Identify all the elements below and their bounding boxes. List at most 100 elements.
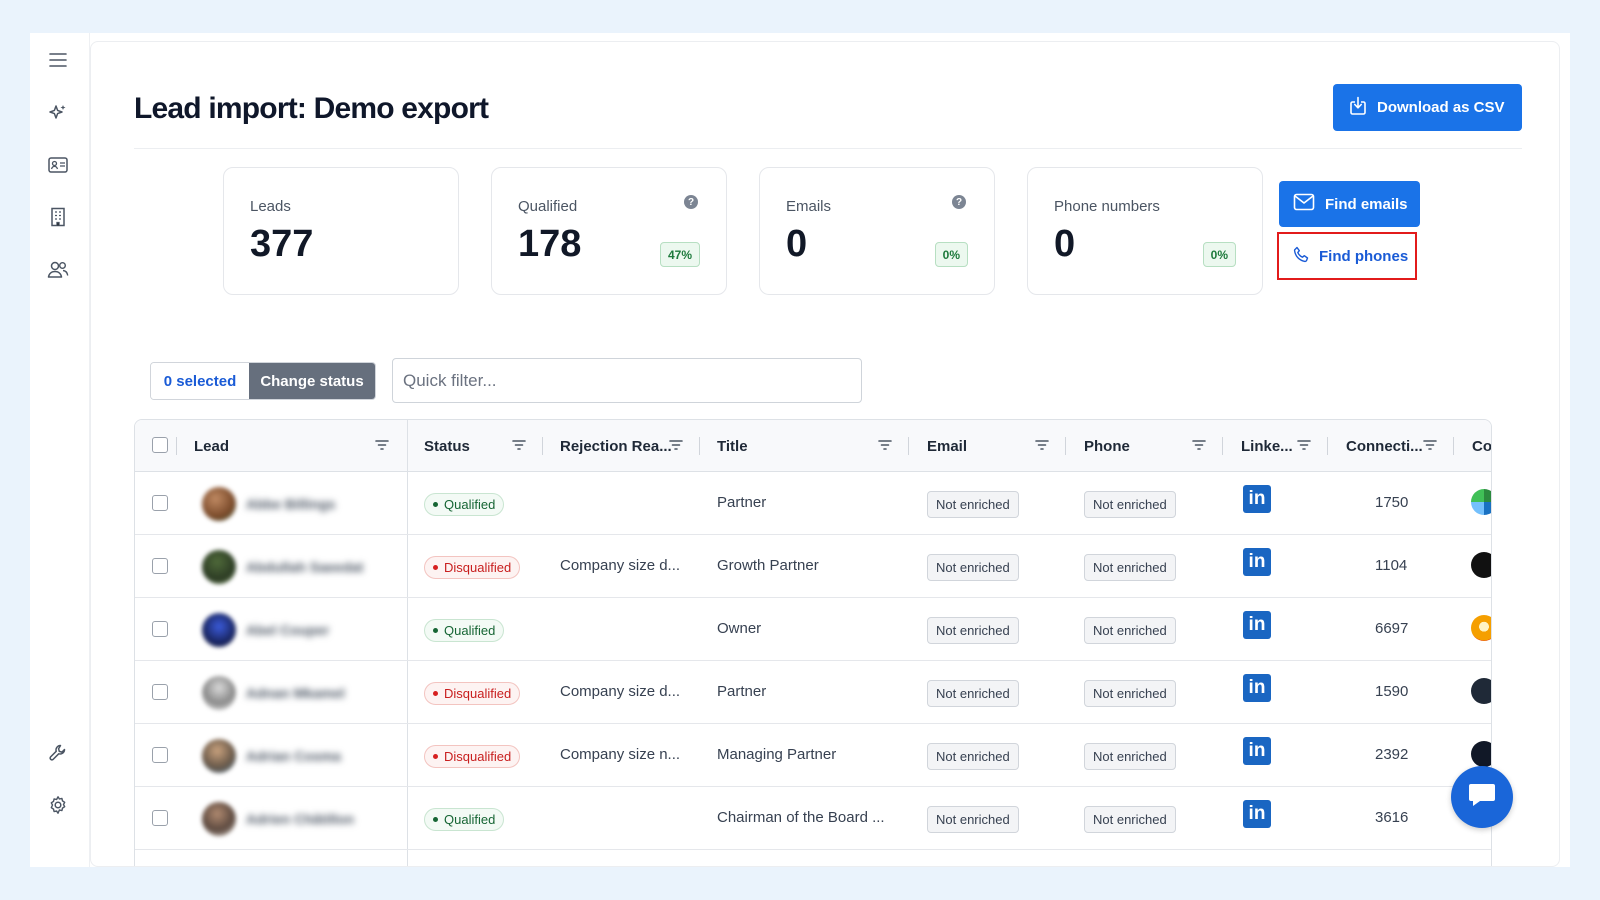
sparkles-icon[interactable] xyxy=(45,100,71,126)
avatar xyxy=(202,487,236,521)
filter-icon[interactable] xyxy=(878,438,892,452)
find-emails-button[interactable]: Find emails xyxy=(1279,181,1420,227)
download-csv-button[interactable]: Download as CSV xyxy=(1333,84,1522,131)
rejection-reason: Company size d... xyxy=(560,557,681,574)
column-header-title[interactable]: Title xyxy=(717,420,748,472)
row-checkbox[interactable] xyxy=(152,810,168,826)
linkedin-icon[interactable]: in xyxy=(1243,800,1271,828)
column-header-rejection-reason[interactable]: Rejection Rea... xyxy=(560,420,672,472)
lead-name[interactable]: Adrien Châtillon xyxy=(246,811,354,827)
select-all-checkbox[interactable] xyxy=(152,437,168,453)
column-header-linkedin[interactable]: Linke... xyxy=(1241,420,1293,472)
company-logo[interactable] xyxy=(1471,552,1491,578)
leads-table: Lead Status Rejection Rea... Title Email… xyxy=(134,419,1492,866)
filter-icon[interactable] xyxy=(375,438,389,452)
building-icon[interactable] xyxy=(45,204,71,230)
lead-name[interactable]: Abel Couper xyxy=(246,622,329,638)
column-separator xyxy=(1222,437,1223,455)
table-row[interactable]: Adrien Châtillon Qualified Chairman of t… xyxy=(135,787,1491,850)
lead-title: Partner xyxy=(717,683,767,700)
column-separator xyxy=(1453,437,1454,455)
filter-icon[interactable] xyxy=(512,438,526,452)
status-badge: Disqualified xyxy=(424,745,521,768)
table-row[interactable]: Abel Couper Qualified Owner Not enriched… xyxy=(135,598,1491,661)
linkedin-icon[interactable]: in xyxy=(1243,737,1271,765)
row-checkbox[interactable] xyxy=(152,558,168,574)
row-checkbox[interactable] xyxy=(152,684,168,700)
help-icon[interactable]: ? xyxy=(952,195,966,209)
lead-title: Growth Partner xyxy=(717,557,819,574)
status-label: Qualified xyxy=(444,812,496,827)
gear-icon[interactable] xyxy=(45,792,71,818)
filter-icon[interactable] xyxy=(669,438,683,452)
company-logo[interactable] xyxy=(1471,615,1491,641)
lead-name[interactable]: Adrian Cosma xyxy=(246,748,341,764)
stat-card-qualified: Qualified ? 178 47% xyxy=(491,167,727,295)
chat-icon xyxy=(1467,782,1497,813)
header-divider xyxy=(134,148,1522,149)
avatar xyxy=(202,739,236,773)
lead-name[interactable]: Abdullah Saeedat xyxy=(246,559,363,575)
users-icon[interactable] xyxy=(45,256,71,282)
rejection-reason: Company size n... xyxy=(560,746,681,763)
change-status-button[interactable]: Change status xyxy=(249,363,375,399)
stat-percent-emails: 0% xyxy=(934,242,968,267)
column-separator xyxy=(908,437,909,455)
download-csv-label: Download as CSV xyxy=(1377,99,1505,116)
help-icon[interactable]: ? xyxy=(684,195,698,209)
selected-count-button[interactable]: 0 selected xyxy=(151,363,249,399)
linkedin-icon[interactable]: in xyxy=(1243,674,1271,702)
company-logo[interactable] xyxy=(1471,678,1491,704)
company-logo[interactable] xyxy=(1471,489,1491,515)
row-checkbox[interactable] xyxy=(152,747,168,763)
lead-title: Chairman of the Board ... xyxy=(717,809,885,826)
find-phones-button[interactable]: Find phones xyxy=(1277,232,1417,280)
phone-status-chip: Not enriched xyxy=(1084,491,1176,518)
linkedin-icon[interactable]: in xyxy=(1243,611,1271,639)
row-checkbox[interactable] xyxy=(152,621,168,637)
avatar xyxy=(202,550,236,584)
chat-widget-button[interactable] xyxy=(1451,766,1513,828)
table-row[interactable]: Adnan Mkamel Disqualified Company size d… xyxy=(135,661,1491,724)
column-header-lead[interactable]: Lead xyxy=(194,420,229,472)
contact-card-icon[interactable] xyxy=(45,152,71,178)
main-panel: Lead import: Demo export Download as CSV… xyxy=(90,41,1560,867)
status-label: Disqualified xyxy=(444,686,512,701)
column-header-company[interactable]: Co xyxy=(1472,420,1491,472)
phone-icon xyxy=(1293,246,1310,267)
linkedin-icon[interactable]: in xyxy=(1243,548,1271,576)
column-header-email[interactable]: Email xyxy=(927,420,967,472)
table-row[interactable]: Abbe Billings Qualified Partner Not enri… xyxy=(135,472,1491,535)
quick-filter-input[interactable] xyxy=(392,358,862,403)
filter-icon[interactable] xyxy=(1192,438,1206,452)
status-badge: Disqualified xyxy=(424,556,521,579)
lead-title: Partner xyxy=(717,494,767,511)
menu-icon[interactable] xyxy=(45,47,71,73)
row-checkbox[interactable] xyxy=(152,495,168,511)
column-separator xyxy=(176,437,177,455)
table-row[interactable]: Adrian Cosma Disqualified Company size n… xyxy=(135,724,1491,787)
phone-status-chip: Not enriched xyxy=(1084,806,1176,833)
stat-value-leads: 377 xyxy=(250,223,314,265)
table-row[interactable]: Abdullah Saeedat Disqualified Company si… xyxy=(135,535,1491,598)
lead-name[interactable]: Adnan Mkamel xyxy=(246,685,345,701)
status-badge: Qualified xyxy=(424,808,505,831)
connections-count: 1750 xyxy=(1375,494,1409,511)
column-separator xyxy=(699,437,700,455)
phone-status-chip: Not enriched xyxy=(1084,680,1176,707)
column-header-phone[interactable]: Phone xyxy=(1084,420,1130,472)
filter-icon[interactable] xyxy=(1423,438,1437,452)
linkedin-icon[interactable]: in xyxy=(1243,485,1271,513)
wrench-icon[interactable] xyxy=(45,740,71,766)
avatar xyxy=(202,676,236,710)
status-badge: Qualified xyxy=(424,493,505,516)
column-header-status[interactable]: Status xyxy=(424,420,470,472)
lead-title: Owner xyxy=(717,620,762,637)
column-header-connections[interactable]: Connecti... xyxy=(1346,420,1423,472)
filter-icon[interactable] xyxy=(1297,438,1311,452)
filter-icon[interactable] xyxy=(1035,438,1049,452)
stat-card-leads: Leads 377 xyxy=(223,167,459,295)
company-logo[interactable] xyxy=(1471,741,1491,767)
stat-percent-qualified: 47% xyxy=(659,242,700,267)
lead-name[interactable]: Abbe Billings xyxy=(246,496,335,512)
